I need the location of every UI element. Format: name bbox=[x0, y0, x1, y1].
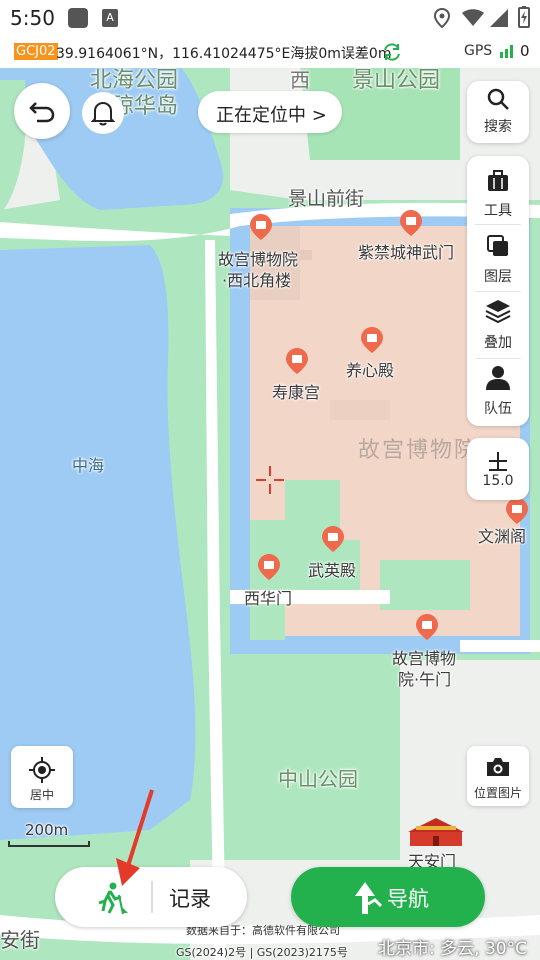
back-arrow-icon bbox=[29, 102, 55, 123]
search-label: 搜索 bbox=[484, 119, 512, 135]
divider bbox=[475, 358, 521, 359]
tools-label: 工具 bbox=[484, 203, 512, 219]
overlay-button[interactable]: 叠加 bbox=[467, 294, 529, 358]
layers-button[interactable]: 图层 bbox=[467, 226, 529, 290]
search-icon bbox=[487, 88, 509, 110]
map-label-shoukanggong: 寿康宫 bbox=[272, 383, 321, 402]
layers-icon bbox=[487, 235, 508, 256]
gps-signal-icon bbox=[500, 45, 513, 58]
gps-label: GPS bbox=[464, 43, 493, 59]
map-label-jingshan-front-street: 景山前街 bbox=[288, 188, 365, 210]
photo-label: 位置图片 bbox=[473, 786, 522, 800]
map-label-zhonghai: 中海 bbox=[72, 456, 105, 475]
divider bbox=[475, 224, 521, 225]
annotation-arrow-icon bbox=[116, 789, 154, 886]
palace-poi-icon[interactable] bbox=[286, 348, 308, 374]
location-icon bbox=[434, 8, 450, 28]
crs-badge[interactable]: GCJ02 bbox=[14, 43, 58, 60]
record-label: 记录 bbox=[169, 887, 211, 911]
map-label-shenwumen: 紫禁城神武门 bbox=[358, 243, 455, 262]
location-photo-button[interactable]: 位置图片 bbox=[467, 746, 529, 806]
bell-icon bbox=[91, 101, 115, 126]
coordinates-text: 39.9164061°N，116.41024475°E海拔0m误差0m bbox=[56, 46, 392, 62]
gps-count: 0 bbox=[520, 42, 530, 60]
notification-bell-button[interactable] bbox=[82, 92, 124, 134]
navigate-button[interactable]: 导航 bbox=[291, 867, 485, 927]
zoom-control[interactable]: 15.0 bbox=[467, 438, 529, 500]
map-label-zhongshan-park: 中山公园 bbox=[278, 767, 358, 791]
center-label: 居中 bbox=[29, 788, 54, 802]
toolbox-icon bbox=[488, 170, 508, 191]
signal-icon bbox=[490, 9, 508, 27]
team-button[interactable]: 队伍 bbox=[467, 360, 529, 424]
overlay-label: 叠加 bbox=[484, 335, 512, 351]
palace-poi-icon[interactable] bbox=[258, 554, 280, 580]
map-label-west: 西 bbox=[290, 68, 310, 92]
battery-icon bbox=[518, 6, 530, 28]
wifi-icon bbox=[462, 9, 484, 26]
navigation-arrow-icon bbox=[355, 882, 383, 914]
search-button[interactable]: 搜索 bbox=[467, 81, 529, 143]
tool-panel: 工具 图层 叠加 队伍 bbox=[467, 156, 529, 426]
status-time: 5:50 bbox=[10, 6, 55, 30]
map-label-palace-museum: 故宫博物院 bbox=[358, 438, 479, 463]
locating-label: 正在定位中 > bbox=[216, 105, 327, 126]
palace-poi-icon[interactable] bbox=[400, 210, 422, 236]
divider bbox=[475, 291, 521, 292]
palace-poi-icon[interactable] bbox=[361, 327, 383, 353]
team-label: 队伍 bbox=[484, 401, 512, 417]
stack-icon bbox=[485, 300, 511, 324]
map-label-xihuamen: 西华门 bbox=[244, 589, 293, 608]
palace-poi-icon[interactable] bbox=[506, 498, 528, 524]
app-notification-icon: A bbox=[102, 9, 118, 27]
zoom-in-icon[interactable] bbox=[487, 450, 509, 472]
refresh-icon[interactable] bbox=[382, 42, 402, 62]
map-gs-number: GS(2024)2号 | GS(2023)2175号 bbox=[176, 946, 348, 959]
palace-poi-icon[interactable] bbox=[322, 526, 344, 552]
map-label-changan-street: 安街 bbox=[0, 928, 40, 952]
tiananmen-icon[interactable] bbox=[406, 814, 466, 848]
crosshair-icon bbox=[256, 466, 284, 494]
camera-icon bbox=[487, 758, 509, 776]
map-label-wumen-2: 院·午门 bbox=[398, 670, 452, 689]
map-label-wenyuange: 文渊阁 bbox=[478, 527, 527, 546]
weather-label: 北京市: 多云, 30°C bbox=[378, 939, 527, 959]
center-location-button[interactable]: 居中 bbox=[11, 746, 73, 808]
back-button[interactable] bbox=[14, 83, 70, 139]
layers-label: 图层 bbox=[484, 269, 512, 285]
status-bar: 5:50 A bbox=[0, 0, 540, 36]
map-label-jingshan-park: 景山公园 bbox=[352, 68, 441, 93]
map-view[interactable]: 北海公园 琼华岛 景山公园 西 景山前街 故宫博物院 ·西北角楼 紫禁城神武门 … bbox=[0, 66, 540, 960]
tools-button[interactable]: 工具 bbox=[467, 156, 529, 222]
zoom-level: 15.0 bbox=[482, 473, 514, 489]
scale-label: 200m bbox=[25, 821, 69, 839]
map-label-palace-nw2: ·西北角楼 bbox=[222, 271, 292, 290]
palace-poi-icon[interactable] bbox=[250, 214, 272, 240]
navigate-label: 导航 bbox=[387, 887, 429, 911]
team-icon bbox=[486, 366, 510, 390]
coordinate-bar: GCJ02 39.9164061°N，116.41024475°E海拔0m误差0… bbox=[0, 36, 540, 68]
notification-icon bbox=[68, 8, 88, 28]
map-label-yangxindian: 养心殿 bbox=[346, 361, 395, 380]
palace-poi-icon[interactable] bbox=[416, 614, 438, 640]
scale-bar bbox=[8, 841, 90, 847]
map-label-wuyingdian: 武英殿 bbox=[308, 561, 357, 580]
locate-icon bbox=[29, 757, 55, 783]
locating-status-button[interactable]: 正在定位中 > bbox=[198, 91, 342, 133]
